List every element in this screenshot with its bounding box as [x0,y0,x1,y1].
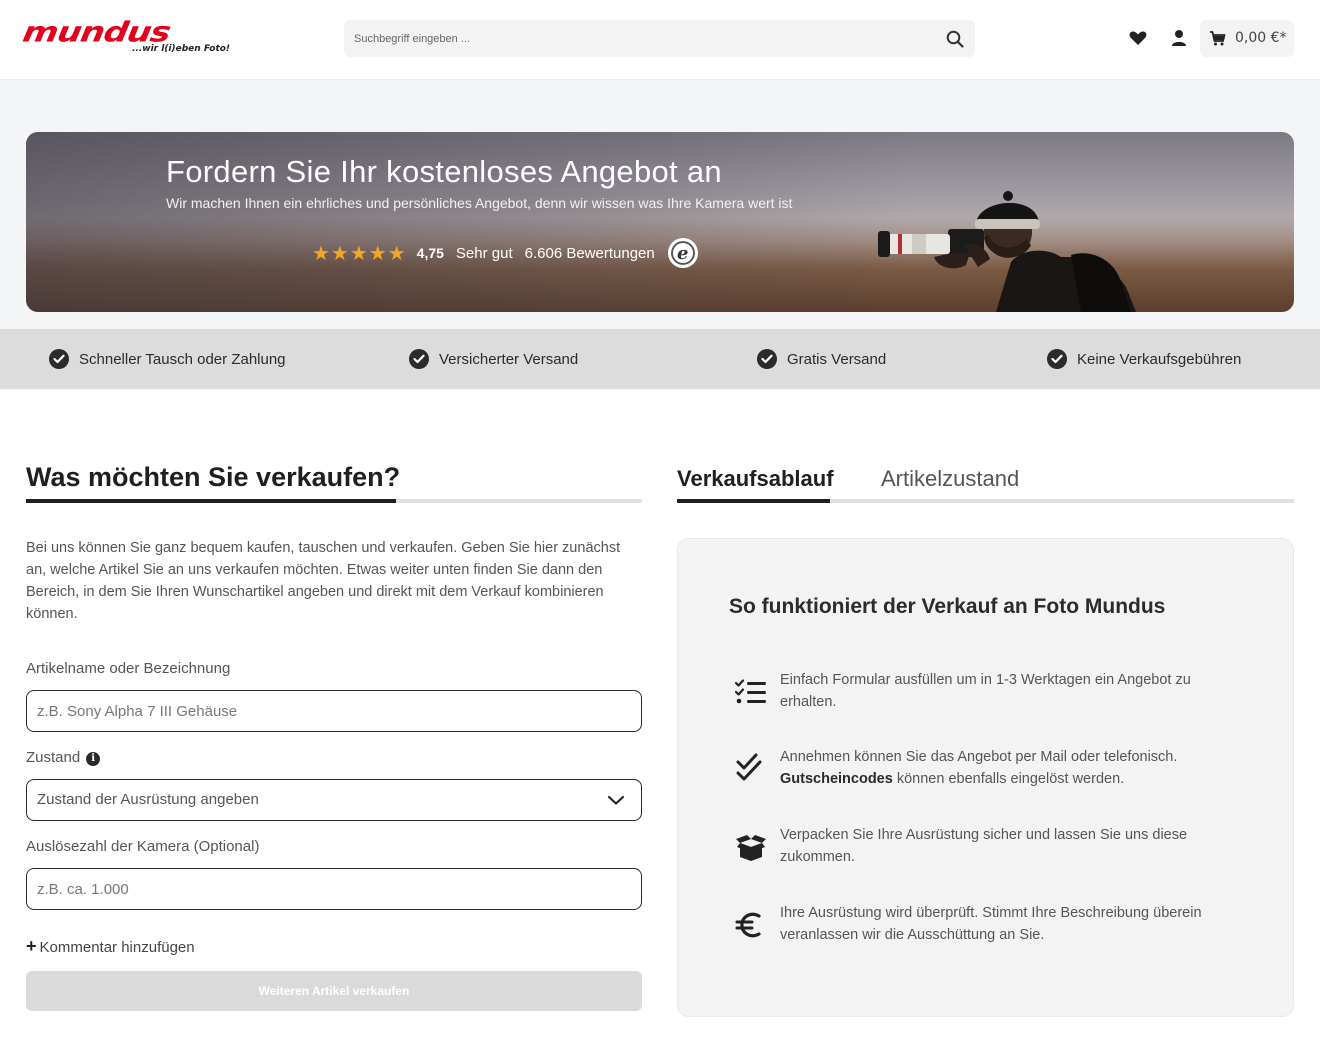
sell-another-item-button[interactable]: Weiteren Artikel verkaufen [26,971,642,1011]
hero-banner: Fordern Sie Ihr kostenloses Angebot an W… [26,132,1294,312]
box-icon [736,835,766,861]
usp-item: Gratis Versand [757,348,886,370]
rating-score: 4,75 [416,245,444,261]
info-icon[interactable]: i [86,752,101,766]
rating-stars: ★★★★★ [312,241,407,265]
plus-icon: + [26,936,37,956]
heading-underline-accent [26,499,396,503]
usp-label: Keine Verkaufsgebühren [1077,350,1242,368]
check-circle-icon [1047,349,1067,369]
step-text: Verpacken Sie Ihre Ausrüstung sicher und… [780,827,1188,865]
cart-button[interactable]: 0,00 €* [1200,20,1294,57]
banner-title: Fordern Sie Ihr kostenloses Angebot an [166,154,722,189]
panel-title: So funktioniert der Verkauf an Foto Mund… [729,595,1166,618]
tab-verkaufsablauf[interactable]: Verkaufsablauf [677,466,834,492]
checklist-icon [734,679,766,704]
logo-tagline: ...wir l(i)eben Foto! [132,44,231,54]
usp-item: Schneller Tausch oder Zahlung [49,348,286,370]
search-input[interactable] [344,20,934,57]
process-step: Ihre Ausrüstung wird überprüft. Stimmt I… [734,902,1254,948]
cart-total: 0,00 €* [1235,30,1287,46]
step-text: Annehmen können Sie das Angebot per Mail… [780,746,1250,790]
condition-label-wrap: Zustand i [26,749,101,766]
condition-label: Zustand [26,749,81,766]
add-comment-link[interactable]: + Kommentar hinzufügen [26,936,195,957]
step-text: Ihre Ausrüstung wird überprüft. Stimmt I… [780,905,1202,943]
form-heading: Was möchten Sie verkaufen? [26,462,401,492]
heart-icon[interactable] [1128,28,1148,48]
usp-label: Versicherter Versand [439,350,579,368]
usp-label: Schneller Tausch oder Zahlung [79,350,286,368]
form-intro: Bei uns können Sie ganz bequem kaufen, t… [26,540,621,622]
process-step: Annehmen können Sie das Angebot per Mail… [734,746,1254,792]
step-text: Einfach Formular ausfüllen um in 1-3 Wer… [780,672,1191,710]
rating-count: 6.606 Bewertungen [524,244,655,262]
chevron-down-icon [607,795,625,805]
check-circle-icon [49,349,69,369]
check-circle-icon [409,349,429,369]
step-text-after: können ebenfalls eingelöst werden. [892,771,1125,787]
cart-icon [1210,31,1226,46]
usp-item: Keine Verkaufsgebühren [1047,348,1241,370]
process-step: Verpacken Sie Ihre Ausrüstung sicher und… [734,824,1254,870]
rating-summary[interactable]: ★★★★★ 4,75 Sehr gut 6.606 Bewertungen e [312,238,698,268]
search-icon[interactable] [945,29,965,49]
site-header: mundus ...wir l(i)eben Foto! 0,00 €* [0,0,1320,80]
article-name-input[interactable] [26,690,642,732]
condition-select[interactable]: Zustand der Ausrüstung angeben [26,779,642,821]
voucher-codes-text: Gutscheincodes [780,771,893,787]
usp-item: Versicherter Versand [409,348,578,370]
double-check-icon [736,753,762,781]
usp-label: Gratis Versand [787,350,887,368]
usp-bar: Schneller Tausch oder Zahlung Versichert… [0,329,1320,389]
article-name-label: Artikelname oder Bezeichnung [26,660,231,677]
step-text-main: Annehmen können Sie das Angebot per Mail… [780,749,1178,765]
add-comment-label: Kommentar hinzufügen [39,939,195,956]
shutter-count-input[interactable] [26,868,642,910]
mundus-logo[interactable]: mundus ...wir l(i)eben Foto! [20,16,230,58]
shutter-count-label: Auslösezahl der Kamera (Optional) [26,838,260,855]
user-icon[interactable] [1169,28,1189,48]
search-bar [344,20,975,57]
check-circle-icon [757,349,777,369]
rating-label: Sehr gut [455,244,513,262]
active-tab-indicator [677,499,830,503]
banner-subtitle: Wir machen Ihnen ein ehrliches und persö… [166,195,793,211]
tab-artikelzustand[interactable]: Artikelzustand [881,466,1019,492]
euro-icon [735,912,761,938]
trusted-shops-icon[interactable]: e [667,238,698,268]
process-panel: So funktioniert der Verkauf an Foto Mund… [677,538,1294,1017]
process-step: Einfach Formular ausfüllen um in 1-3 Wer… [734,669,1254,715]
photographer-image [878,191,1136,312]
condition-select-value: Zustand der Ausrüstung angeben [37,791,259,808]
